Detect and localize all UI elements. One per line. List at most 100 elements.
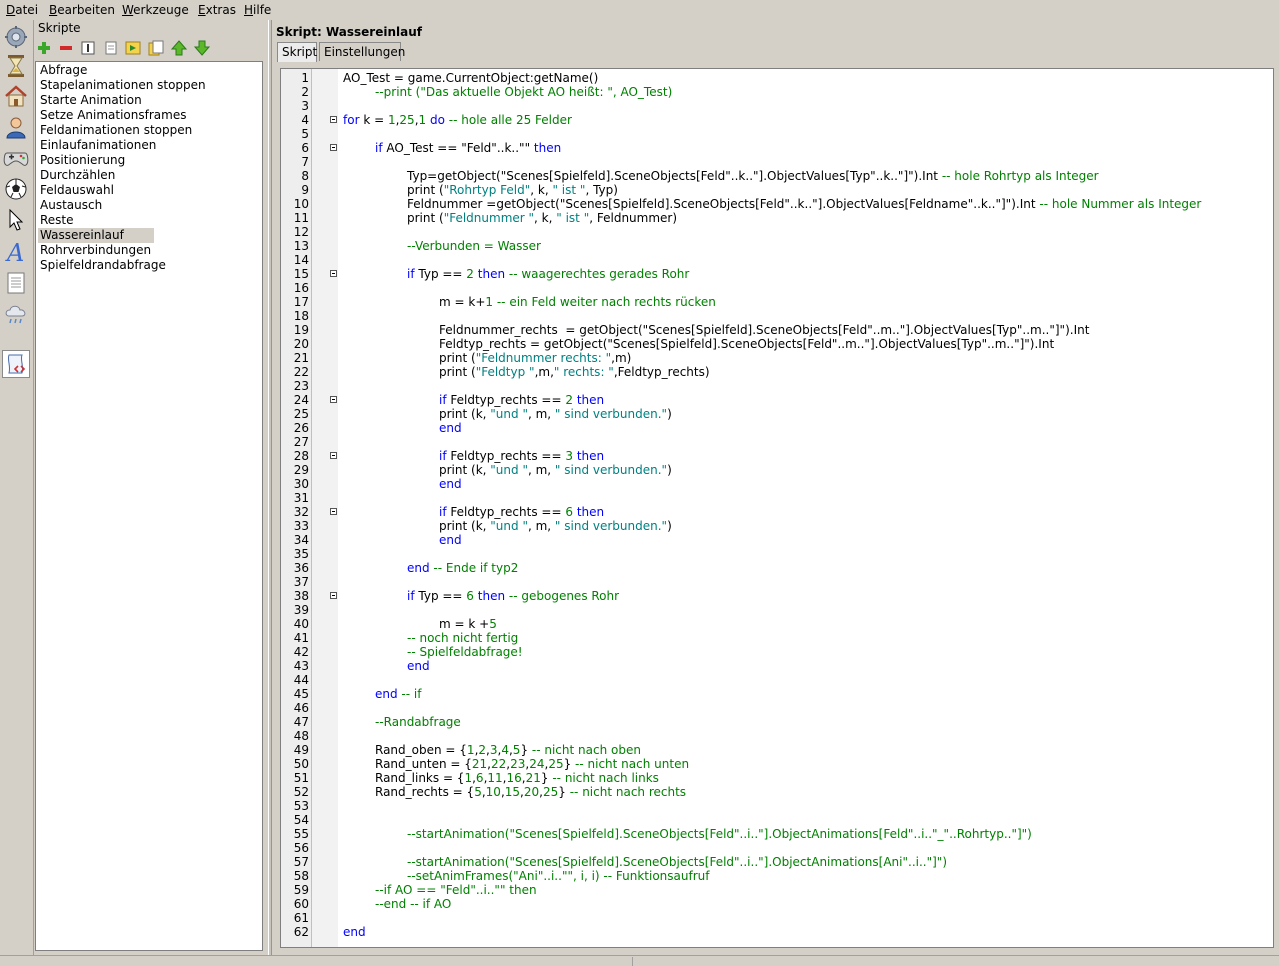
code-text: end bbox=[439, 477, 462, 491]
collapse-icon[interactable] bbox=[330, 144, 337, 151]
pointer-icon[interactable] bbox=[2, 206, 30, 234]
collapse-icon[interactable] bbox=[330, 270, 337, 277]
code-text: print ("Feldtyp ",m," rechts: ",Feldtyp_… bbox=[439, 365, 710, 379]
line-number: 15 bbox=[293, 267, 309, 281]
move-up-icon[interactable] bbox=[171, 40, 187, 56]
code-text: end bbox=[439, 533, 462, 547]
tab-einstellungen[interactable]: Einstellungen bbox=[319, 42, 405, 61]
line-number: 49 bbox=[293, 743, 309, 757]
script-list-item[interactable]: Positionierung bbox=[40, 153, 125, 168]
menu-hilfe[interactable]: Hilfe bbox=[244, 3, 271, 17]
collapse-icon[interactable] bbox=[330, 396, 337, 403]
house-icon[interactable] bbox=[2, 82, 30, 110]
line-number: 37 bbox=[293, 575, 309, 589]
tab-skript[interactable]: Skript bbox=[277, 42, 317, 62]
move-down-icon[interactable] bbox=[194, 40, 210, 56]
code-line: 61 bbox=[281, 911, 1261, 925]
code-line: 46 bbox=[281, 701, 1261, 715]
collapse-icon[interactable] bbox=[330, 592, 337, 599]
code-line: 32 if Feldtyp_rechts == 6 then bbox=[281, 505, 1261, 519]
line-number: 3 bbox=[301, 99, 309, 113]
code-line: 51 Rand_links = {1,6,11,16,21} -- nicht n… bbox=[281, 771, 1261, 785]
run-icon[interactable] bbox=[125, 40, 141, 56]
line-number: 23 bbox=[293, 379, 309, 393]
script-list-item[interactable]: Reste bbox=[40, 213, 74, 228]
menu-datei[interactable]: Datei bbox=[6, 3, 38, 17]
script-list-item[interactable]: Austausch bbox=[40, 198, 102, 213]
script-list-item[interactable]: Einlaufanimationen bbox=[40, 138, 156, 153]
code-text: print (k, "und ", m, " sind verbunden.") bbox=[439, 407, 672, 421]
code-line: 60 --end -- if AO bbox=[281, 897, 1261, 911]
code-line: 15 if Typ == 2 then -- waagerechtes gerad… bbox=[281, 267, 1261, 281]
script-icon[interactable] bbox=[2, 350, 30, 378]
line-number: 59 bbox=[293, 883, 309, 897]
line-number: 6 bbox=[301, 141, 309, 155]
line-number: 18 bbox=[293, 309, 309, 323]
line-number: 45 bbox=[293, 687, 309, 701]
remove-icon[interactable] bbox=[58, 40, 74, 56]
code-line: 47 --Randabfrage bbox=[281, 715, 1261, 729]
add-icon[interactable] bbox=[36, 40, 52, 56]
script-list-item[interactable]: Durchzählen bbox=[40, 168, 115, 183]
hourglass-icon[interactable] bbox=[2, 52, 30, 80]
code-line: 23 bbox=[281, 379, 1261, 393]
settings-icon[interactable] bbox=[2, 23, 30, 51]
code-text: --if AO == "Feld"..i.."" then bbox=[375, 883, 537, 897]
script-list-item[interactable]: Feldanimationen stoppen bbox=[40, 123, 192, 138]
gamepad-icon[interactable] bbox=[2, 144, 30, 172]
person-icon[interactable] bbox=[2, 113, 30, 141]
code-text: if Typ == 6 then -- gebogenes Rohr bbox=[407, 589, 620, 603]
code-line: 21 print ("Feldnummer rechts: ",m) bbox=[281, 351, 1261, 365]
script-list-item[interactable]: Stapelanimationen stoppen bbox=[40, 78, 206, 93]
code-text: --Randabfrage bbox=[375, 715, 461, 729]
code-line: 12 bbox=[281, 225, 1261, 239]
code-text: --end -- if AO bbox=[375, 897, 452, 911]
script-editor-panel: Skript: Wassereinlauf Skript Einstellung… bbox=[273, 20, 1279, 955]
rename-icon[interactable] bbox=[80, 40, 96, 56]
list-icon[interactable] bbox=[103, 40, 119, 56]
line-number: 28 bbox=[293, 449, 309, 463]
code-text: --Verbunden = Wasser bbox=[407, 239, 541, 253]
collapse-icon[interactable] bbox=[330, 508, 337, 515]
code-line: 27 bbox=[281, 435, 1261, 449]
code-line: 54 bbox=[281, 813, 1261, 827]
code-line: 16 bbox=[281, 281, 1261, 295]
weather-icon[interactable] bbox=[2, 300, 30, 328]
line-number: 53 bbox=[293, 799, 309, 813]
code-text: print ("Feldnummer ", k, " ist ", Feldnu… bbox=[407, 211, 678, 225]
panel-splitter[interactable] bbox=[268, 20, 272, 955]
code-line: 34 end bbox=[281, 533, 1261, 547]
script-list-item[interactable]: Wassereinlauf bbox=[38, 228, 154, 243]
line-number: 61 bbox=[293, 911, 309, 925]
code-text: Rand_rechts = {5,10,15,20,25} -- nicht n… bbox=[375, 785, 687, 799]
code-line: 28 if Feldtyp_rechts == 3 then bbox=[281, 449, 1261, 463]
code-line: 42 -- Spielfeldabfrage! bbox=[281, 645, 1261, 659]
line-number: 8 bbox=[301, 169, 309, 183]
text-icon[interactable]: A bbox=[2, 238, 30, 266]
line-number: 39 bbox=[293, 603, 309, 617]
scripts-toolbar bbox=[34, 38, 266, 60]
line-number: 51 bbox=[293, 771, 309, 785]
menu-extras[interactable]: Extras bbox=[198, 3, 236, 17]
script-list-item[interactable]: Rohrverbindungen bbox=[40, 243, 151, 258]
script-list-item[interactable]: Spielfeldrandabfrage bbox=[40, 258, 166, 273]
script-list-item[interactable]: Feldauswahl bbox=[40, 183, 114, 198]
document-icon[interactable] bbox=[2, 269, 30, 297]
code-line: 5 bbox=[281, 127, 1261, 141]
collapse-icon[interactable] bbox=[330, 452, 337, 459]
code-line: 4 for k = 1,25,1 do -- hole alle 25 Felde… bbox=[281, 113, 1261, 127]
code-editor[interactable]: 1 AO_Test = game.CurrentObject:getName() 2… bbox=[280, 68, 1274, 948]
code-text: end bbox=[343, 925, 366, 939]
script-list-item[interactable]: Starte Animation bbox=[40, 93, 142, 108]
ball-icon[interactable] bbox=[2, 175, 30, 203]
script-list-item[interactable]: Abfrage bbox=[40, 63, 87, 78]
code-line: 14 bbox=[281, 253, 1261, 267]
collapse-icon[interactable] bbox=[330, 116, 337, 123]
code-line: 31 bbox=[281, 491, 1261, 505]
copy-icon[interactable] bbox=[148, 40, 164, 56]
menu-bar: Datei Bearbeiten Werkzeuge Extras Hilfe bbox=[0, 0, 1279, 20]
script-list-item[interactable]: Setze Animationsframes bbox=[40, 108, 186, 123]
menu-bearbeiten[interactable]: Bearbeiten bbox=[49, 3, 115, 17]
menu-werkzeuge[interactable]: Werkzeuge bbox=[122, 3, 189, 17]
line-number: 2 bbox=[301, 85, 309, 99]
